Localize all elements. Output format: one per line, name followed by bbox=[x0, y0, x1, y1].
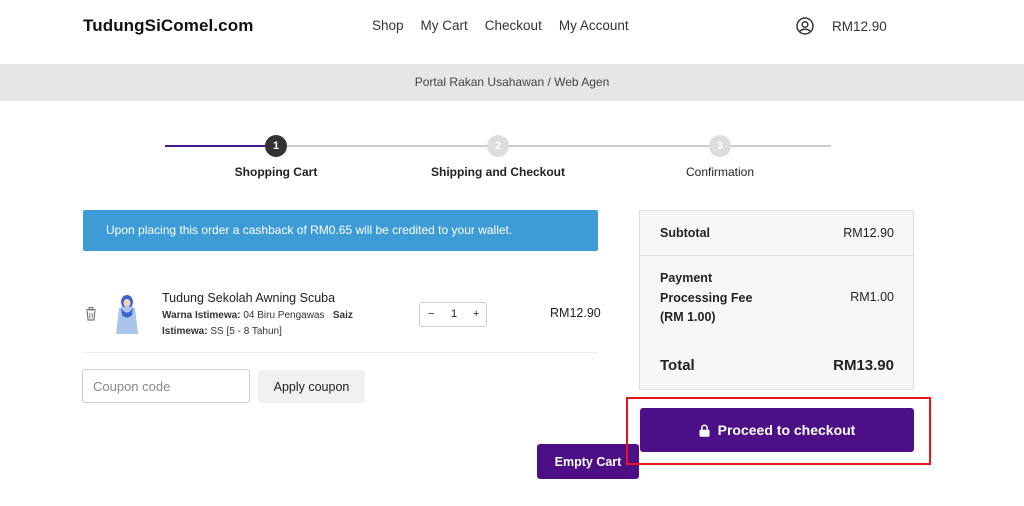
step-3-label: Confirmation bbox=[685, 165, 755, 179]
nav-my-cart[interactable]: My Cart bbox=[421, 18, 468, 33]
quantity-value[interactable]: 1 bbox=[451, 308, 457, 320]
user-account-icon[interactable] bbox=[796, 17, 814, 35]
apply-coupon-button[interactable]: Apply coupon bbox=[258, 370, 365, 403]
variation-colour-label: Warna Istimewa: bbox=[162, 310, 241, 321]
nav-shop[interactable]: Shop bbox=[372, 18, 404, 33]
variation-colour-value: 04 Biru Pengawas bbox=[243, 310, 325, 321]
subtotal-label: Subtotal bbox=[660, 226, 710, 240]
lock-icon bbox=[699, 424, 710, 437]
quantity-increase-button[interactable]: + bbox=[473, 308, 479, 320]
step-line bbox=[731, 145, 831, 147]
product-thumbnail[interactable] bbox=[113, 293, 141, 335]
site-header: TudungSiComel.com Shop My Cart Checkout … bbox=[0, 0, 1024, 64]
subtotal-row: Subtotal RM12.90 bbox=[640, 211, 913, 256]
cart-item-price: RM12.90 bbox=[550, 306, 601, 320]
step-progress-line bbox=[165, 145, 265, 147]
subtotal-value: RM12.90 bbox=[843, 226, 894, 240]
main-nav: Shop My Cart Checkout My Account bbox=[372, 18, 629, 33]
cashback-notice-text: Upon placing this order a cashback of RM… bbox=[106, 223, 513, 237]
quantity-decrease-button[interactable]: − bbox=[428, 308, 434, 320]
header-cart-total[interactable]: RM12.90 bbox=[832, 19, 887, 34]
variation-size-value: SS [5 - 8 Tahun] bbox=[210, 326, 282, 337]
portal-banner: Portal Rakan Usahawan / Web Agen bbox=[0, 64, 1024, 101]
total-label: Total bbox=[660, 357, 695, 374]
cashback-notice: Upon placing this order a cashback of RM… bbox=[83, 210, 598, 251]
banner-text: Portal Rakan Usahawan / Web Agen bbox=[414, 75, 610, 89]
step-3-number: 3 bbox=[709, 135, 731, 157]
processing-fee-value: RM1.00 bbox=[850, 290, 894, 304]
total-value: RM13.90 bbox=[833, 357, 894, 374]
quantity-stepper: − 1 + bbox=[419, 302, 487, 327]
step-line bbox=[509, 145, 709, 147]
cart-item-row: Tudung Sekolah Awning Scuba Warna Istime… bbox=[83, 275, 601, 353]
cart-totals-panel: Subtotal RM12.90 Payment Processing Fee … bbox=[639, 210, 914, 390]
cart-item-variation: Warna Istimewa: 04 Biru Pengawas Saiz Is… bbox=[162, 308, 372, 340]
nav-checkout[interactable]: Checkout bbox=[485, 18, 542, 33]
step-line bbox=[287, 145, 487, 147]
step-2-number: 2 bbox=[487, 135, 509, 157]
cart-item-title[interactable]: Tudung Sekolah Awning Scuba bbox=[162, 291, 335, 305]
step-1-label: Shopping Cart bbox=[234, 165, 318, 179]
coupon-code-input[interactable] bbox=[82, 369, 250, 403]
checkout-steps: 1 2 3 Shopping Cart Shipping and Checkou… bbox=[0, 130, 1024, 190]
site-logo[interactable]: TudungSiComel.com bbox=[83, 16, 253, 36]
empty-cart-button[interactable]: Empty Cart bbox=[537, 444, 639, 479]
trash-icon[interactable] bbox=[85, 307, 97, 321]
proceed-to-checkout-label: Proceed to checkout bbox=[717, 422, 856, 438]
nav-my-account[interactable]: My Account bbox=[559, 18, 629, 33]
step-2-label: Shipping and Checkout bbox=[431, 165, 565, 179]
proceed-to-checkout-button[interactable]: Proceed to checkout bbox=[640, 408, 914, 452]
processing-fee-label: Payment Processing Fee (RM 1.00) bbox=[660, 271, 753, 324]
step-1-number: 1 bbox=[265, 135, 287, 157]
